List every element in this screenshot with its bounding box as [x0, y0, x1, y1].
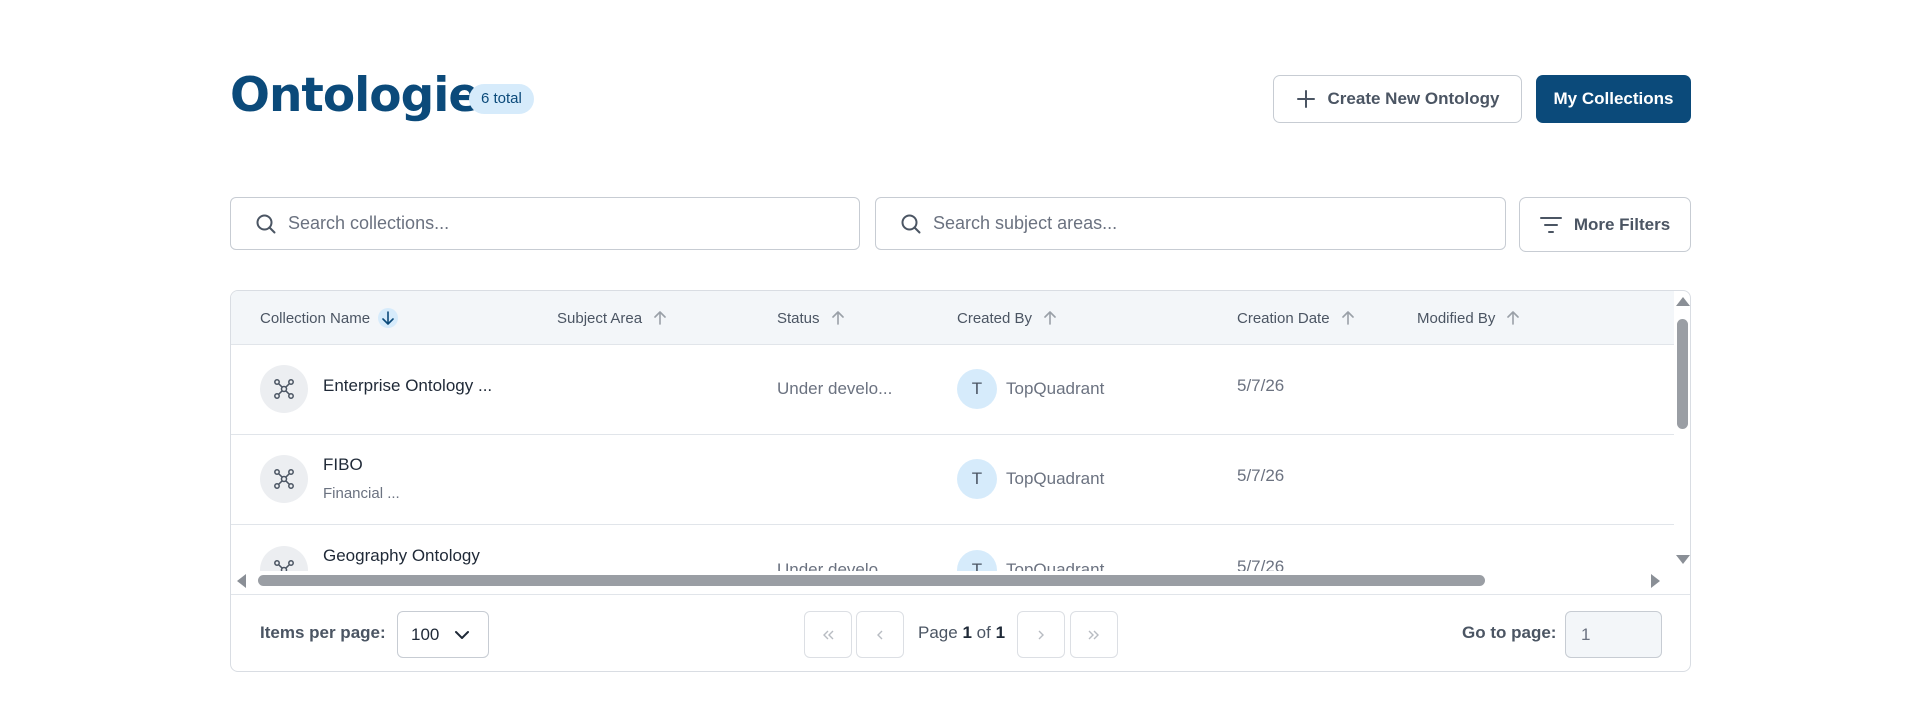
- column-label: Subject Area: [557, 309, 643, 327]
- first-page-button[interactable]: [804, 611, 852, 658]
- search-collections-field[interactable]: [230, 197, 860, 250]
- search-subject-areas-field[interactable]: [875, 197, 1506, 250]
- column-collection-name[interactable]: Collection Name: [260, 291, 399, 345]
- more-filters-label: More Filters: [1573, 214, 1671, 234]
- page-title: Ontologies: [230, 68, 507, 123]
- previous-page-button[interactable]: [856, 611, 904, 658]
- column-creation-date[interactable]: Creation Date: [1237, 291, 1358, 345]
- sort-desc-icon[interactable]: [378, 308, 399, 328]
- row-created-by: TopQuadrant: [1006, 379, 1105, 398]
- network-nodes-icon: [260, 546, 308, 571]
- network-nodes-icon: [260, 455, 308, 503]
- items-per-page-select[interactable]: 100: [397, 611, 489, 658]
- table-row[interactable]: Enterprise Ontology ... Under develo... …: [231, 345, 1674, 435]
- items-per-page-value: 100: [411, 624, 440, 644]
- avatar: T: [957, 550, 997, 571]
- plus-icon: [1296, 90, 1315, 108]
- sort-asc-icon[interactable]: [1338, 308, 1358, 328]
- column-subject-area[interactable]: Subject Area: [557, 291, 670, 345]
- sort-asc-icon[interactable]: [1503, 308, 1523, 328]
- total-pages: 1: [995, 623, 1006, 642]
- table-body: Enterprise Ontology ... Under develo... …: [231, 345, 1674, 571]
- scroll-up-arrow-icon[interactable]: [1676, 297, 1690, 306]
- last-page-button[interactable]: [1070, 611, 1118, 658]
- collection-name[interactable]: Enterprise Ontology ...: [323, 376, 492, 396]
- first-page-icon: [823, 630, 834, 639]
- row-status: Under develo...: [777, 379, 893, 398]
- row-creation-date: 5/7/26: [1237, 466, 1285, 485]
- go-to-page-input[interactable]: [1565, 611, 1662, 658]
- sort-asc-icon[interactable]: [1040, 308, 1060, 328]
- total-count-badge: 6 total: [469, 84, 534, 114]
- collection-name[interactable]: FIBO: [323, 455, 363, 475]
- sort-asc-icon[interactable]: [650, 308, 670, 328]
- horizontal-scroll-thumb[interactable]: [258, 575, 1485, 586]
- search-icon: [901, 214, 921, 233]
- of-word: of: [976, 623, 991, 642]
- my-collections-button[interactable]: My Collections: [1536, 75, 1691, 123]
- more-filters-button[interactable]: More Filters: [1519, 197, 1691, 252]
- table-row[interactable]: Geography Ontology Under develo... T Top…: [231, 526, 1674, 571]
- next-page-icon: [1038, 630, 1044, 639]
- next-page-button[interactable]: [1017, 611, 1065, 658]
- current-page: 1: [962, 623, 972, 642]
- pagination-bar: Items per page: 100 Page 1 of 1 Go to pa…: [231, 594, 1690, 671]
- row-creation-date: 5/7/26: [1237, 557, 1285, 571]
- filter-lines-icon: [1539, 216, 1562, 233]
- column-modified-by[interactable]: Modified By: [1417, 291, 1523, 345]
- go-to-page-label: Go to page:: [1462, 623, 1557, 642]
- create-new-ontology-label: Create New Ontology: [1327, 89, 1500, 108]
- table-header: Collection Name Subject Area Status Crea…: [231, 291, 1674, 345]
- avatar: T: [957, 459, 997, 499]
- column-created-by[interactable]: Created By: [957, 291, 1060, 345]
- scroll-down-arrow-icon[interactable]: [1676, 555, 1690, 564]
- scroll-right-arrow-icon[interactable]: [1651, 574, 1660, 588]
- scroll-left-arrow-icon[interactable]: [237, 574, 246, 588]
- horizontal-scrollbar[interactable]: [231, 571, 1674, 589]
- search-icon: [256, 214, 276, 233]
- collection-subtitle: Financial ...: [323, 485, 400, 502]
- row-created-by: TopQuadrant: [1006, 560, 1105, 571]
- network-nodes-icon: [260, 365, 308, 413]
- row-status: Under develo...: [777, 560, 893, 571]
- collection-name[interactable]: Geography Ontology: [323, 546, 480, 566]
- row-creation-date: 5/7/26: [1237, 376, 1285, 395]
- last-page-icon: [1088, 630, 1099, 639]
- column-label: Created By: [957, 309, 1033, 327]
- table-row[interactable]: FIBO Financial ... T TopQuadrant 5/7/26: [231, 435, 1674, 525]
- column-label: Status: [777, 309, 820, 327]
- items-per-page-label: Items per page:: [260, 623, 386, 642]
- column-status[interactable]: Status: [777, 291, 848, 345]
- page-word: Page: [918, 623, 958, 642]
- prev-page-icon: [877, 630, 883, 639]
- row-created-by: TopQuadrant: [1006, 469, 1105, 488]
- search-collections-input[interactable]: [288, 213, 808, 234]
- create-new-ontology-button[interactable]: Create New Ontology: [1273, 75, 1522, 123]
- column-label: Modified By: [1417, 309, 1496, 327]
- chevron-down-icon: [455, 631, 469, 639]
- vertical-scroll-thumb[interactable]: [1677, 319, 1688, 429]
- sort-asc-icon[interactable]: [828, 308, 848, 328]
- column-label: Creation Date: [1237, 309, 1330, 327]
- vertical-scrollbar[interactable]: [1674, 291, 1690, 589]
- column-label: Collection Name: [260, 309, 371, 327]
- collections-table: Collection Name Subject Area Status Crea…: [230, 290, 1691, 672]
- page-indicator: Page 1 of 1: [918, 623, 1005, 643]
- avatar: T: [957, 369, 997, 409]
- search-subject-areas-input[interactable]: [933, 213, 1453, 234]
